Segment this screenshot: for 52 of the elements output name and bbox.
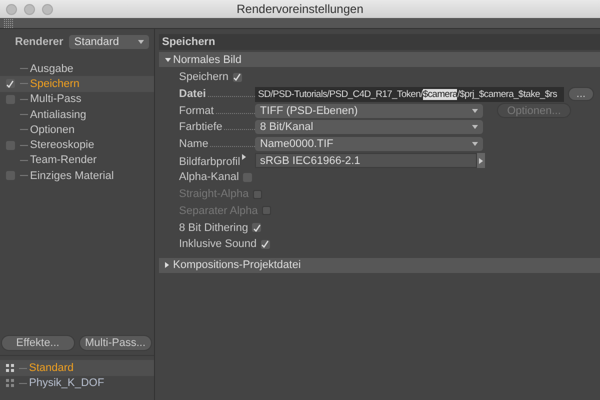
sidebar-item[interactable]: Einziges Material (0, 168, 154, 184)
preset-icon (6, 364, 14, 372)
effects-button[interactable]: Multi-Pass... (78, 335, 152, 352)
sidebar-item[interactable]: Multi-Pass (0, 92, 154, 107)
renderer-label: Renderer (15, 36, 64, 48)
expanded-triangle-icon (165, 58, 171, 62)
option-label: Alpha-Kanal (179, 171, 239, 184)
checkbox[interactable] (6, 171, 14, 180)
effects-button[interactable]: Effekte... (1, 335, 74, 352)
arrow-right-icon (479, 158, 483, 164)
profile-field[interactable]: sRGB IEC61966-2.1 (255, 153, 477, 168)
profile-menu-button[interactable] (477, 153, 485, 168)
sidebar-item[interactable]: Optionen (0, 122, 154, 138)
option-label: Inklusive Sound (179, 238, 257, 250)
zoom-button[interactable] (42, 4, 53, 14)
caret-icon (472, 108, 478, 113)
sidebar-item[interactable]: Antialiasing (0, 106, 154, 122)
close-button[interactable] (6, 4, 17, 14)
field-label: Bildfarbprofil (179, 156, 240, 168)
dropdown[interactable]: Name0000.TIF (255, 137, 483, 152)
caret-icon (472, 125, 478, 130)
option-label: 8 Bit Dithering (179, 222, 248, 234)
field-label: Farbtiefe (179, 121, 222, 134)
checkbox[interactable] (6, 140, 14, 150)
window-title: Rendervoreinstellungen (236, 2, 364, 16)
section-title: Normales Bild (173, 54, 242, 66)
preset-icon (6, 379, 14, 388)
section-header[interactable]: Normales Bild (159, 52, 600, 67)
sidebar-item[interactable]: Team-Render (0, 152, 154, 168)
field-label: Format (179, 104, 214, 117)
section-header[interactable]: Kompositions-Projektdatei (159, 258, 600, 273)
checkbox[interactable] (6, 94, 14, 104)
browse-button[interactable]: ... (568, 87, 594, 102)
caret-icon (138, 40, 144, 44)
preset-item[interactable]: Standard (0, 360, 154, 376)
field-label: Datei (179, 88, 206, 100)
minimize-button[interactable] (24, 4, 35, 14)
caret-icon (472, 142, 478, 146)
checkbox[interactable] (242, 172, 252, 182)
sidebar-item[interactable]: Speichern (0, 76, 154, 92)
section-title: Kompositions-Projektdatei (173, 259, 301, 272)
renderer-dropdown[interactable]: Standard (69, 35, 150, 49)
panel-title: Speichern (162, 36, 216, 48)
dropdown[interactable]: 8 Bit/Kanal (255, 120, 483, 134)
dropdown[interactable]: TIFF (PSD-Ebenen) (255, 104, 483, 118)
field-label: Name (179, 138, 208, 150)
sidebar-item[interactable]: Stereoskopie (0, 137, 154, 153)
collapsed-triangle-icon (165, 262, 169, 268)
option-label: Speichern (179, 71, 229, 84)
sidebar-item[interactable]: Ausgabe (0, 61, 154, 76)
preset-item[interactable]: Physik_K_DOF (0, 376, 154, 391)
expand-icon[interactable] (242, 154, 246, 160)
